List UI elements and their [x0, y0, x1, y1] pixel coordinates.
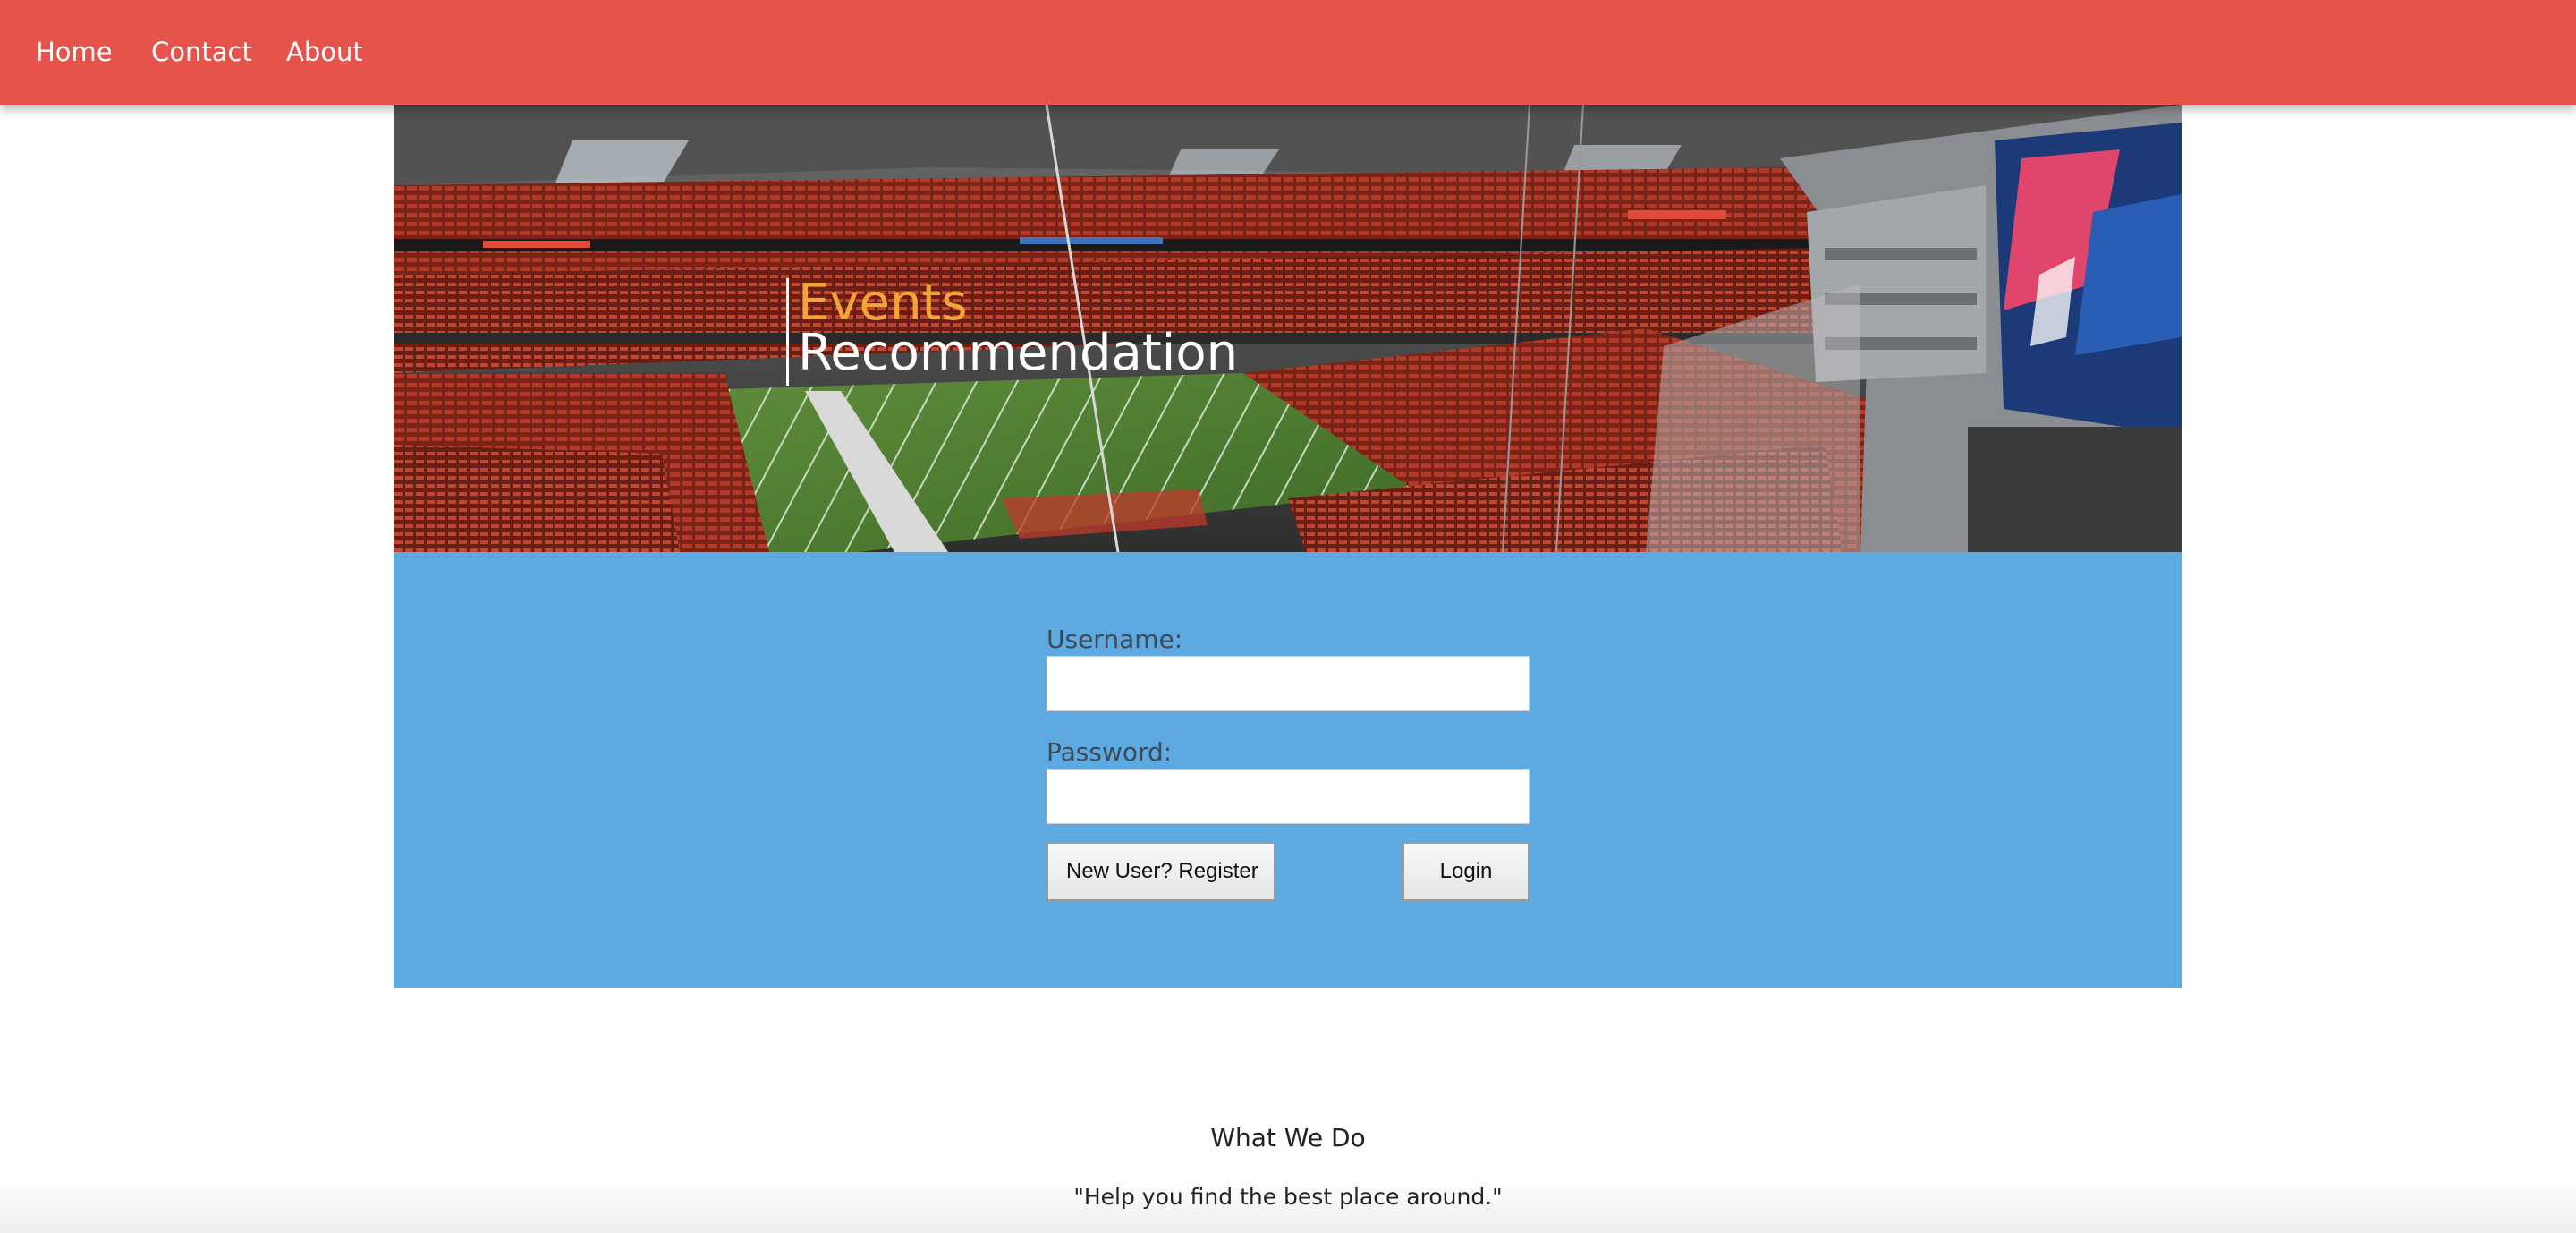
login-button[interactable]: Login: [1402, 842, 1530, 901]
stadium-illustration: [394, 105, 2182, 552]
login-panel: Username: Password: New User? Register L…: [394, 552, 2182, 988]
register-button[interactable]: New User? Register: [1046, 842, 1275, 901]
nav-about-link[interactable]: About: [286, 34, 363, 70]
site-title-recommendation: Recommendation: [798, 324, 1239, 382]
what-we-do-tagline: "Help you find the best place around.": [1073, 1184, 1503, 1210]
password-input[interactable]: [1046, 769, 1530, 824]
username-label: Username:: [1046, 625, 1183, 654]
site-title: Events Recommendation: [786, 278, 1238, 386]
form-spacer: [1046, 711, 1530, 736]
login-form: Username: Password: New User? Register L…: [1046, 624, 1530, 903]
nav-home-link[interactable]: Home: [36, 34, 113, 70]
top-nav-bar: Home Contact About: [0, 0, 2576, 105]
username-input[interactable]: [1046, 656, 1530, 711]
nav-contact-link[interactable]: Contact: [151, 34, 252, 70]
hero-stadium-image: [394, 105, 2182, 552]
site-title-events: Events: [798, 274, 968, 332]
what-we-do-heading: What We Do: [1210, 1123, 1366, 1152]
password-label: Password:: [1046, 737, 1173, 767]
form-buttons: New User? Register Login: [1046, 842, 1530, 903]
